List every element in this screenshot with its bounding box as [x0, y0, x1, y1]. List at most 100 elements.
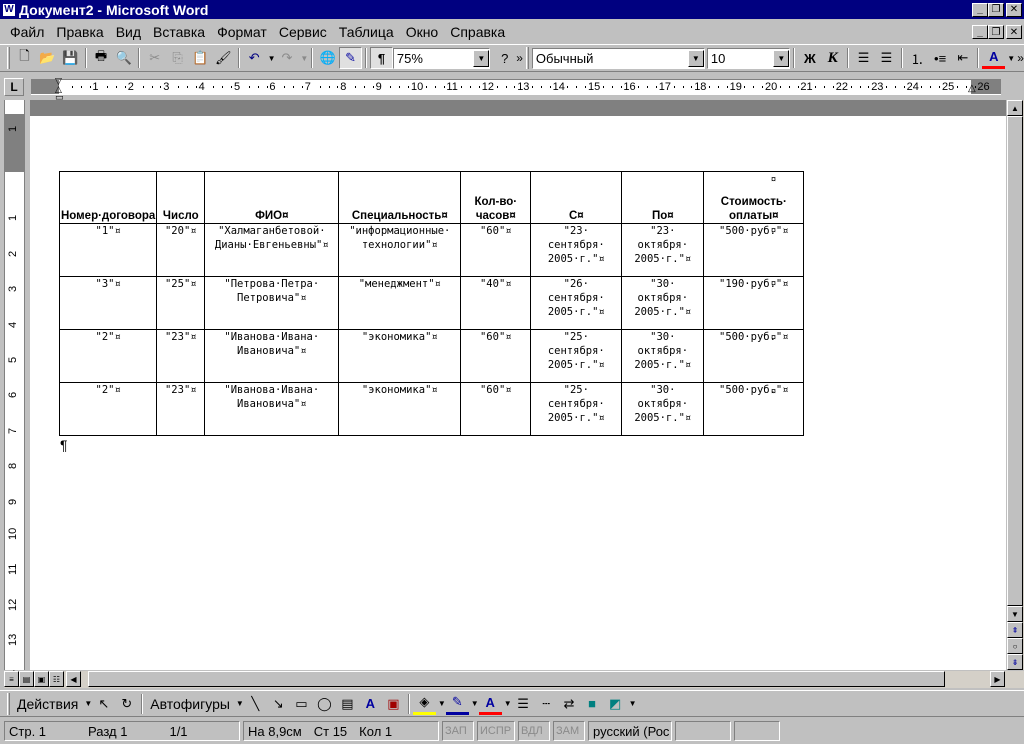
- bulleted-list-icon[interactable]: •≡: [929, 47, 952, 69]
- table-cell[interactable]: "Иванова·Ивана· Ивановича"¤: [204, 382, 340, 436]
- vertical-scroll-thumb[interactable]: [1007, 116, 1023, 606]
- header-full-name[interactable]: ФИО¤: [204, 171, 340, 224]
- horizontal-ruler[interactable]: 1 2 3 4 5 6 7 8 9 10 11 12 13 14 15 16 17 18 19 20 21 22 23 24 2…: [31, 77, 1001, 102]
- style-dropdown-icon[interactable]: ▼: [687, 49, 704, 67]
- table-cell[interactable]: "23"¤: [156, 382, 206, 436]
- table-cell[interactable]: "60"¤: [460, 382, 532, 436]
- format-painter-icon[interactable]: 🖌: [212, 47, 235, 69]
- table-cell[interactable]: "3"¤: [58, 276, 158, 330]
- minimize-icon[interactable]: _: [972, 2, 988, 17]
- help-icon[interactable]: ?: [493, 47, 516, 69]
- web-toolbar-icon[interactable]: 🌐: [316, 47, 339, 69]
- outline-view-icon[interactable]: ☷: [49, 671, 64, 687]
- table-cell[interactable]: "информационные· технологии"¤: [338, 223, 462, 277]
- autoshapes-dropdown-icon[interactable]: ▼: [236, 699, 244, 708]
- close-icon[interactable]: ✕: [1006, 2, 1022, 17]
- header-from[interactable]: С¤: [530, 171, 623, 224]
- 3d-icon[interactable]: ◩: [604, 693, 627, 715]
- select-browse-object-icon[interactable]: ○: [1007, 638, 1023, 654]
- vertical-scrollbar[interactable]: ▲ ▼ ⇞ ○ ⇟: [1007, 100, 1024, 670]
- scroll-down-icon[interactable]: ▼: [1007, 606, 1023, 622]
- undo-icon[interactable]: ↶: [243, 47, 266, 69]
- table-cell[interactable]: "25· сентября· 2005·г."¤: [530, 382, 623, 436]
- font-size-combo[interactable]: 10 ▼: [706, 47, 791, 69]
- decrease-indent-icon[interactable]: ⇤: [952, 47, 975, 69]
- header-hours[interactable]: Кол-во· часов¤: [460, 171, 532, 224]
- font-color-dropdown-icon[interactable]: ▼: [1007, 54, 1015, 63]
- fill-color-icon[interactable]: ◈: [412, 693, 436, 715]
- menu-edit[interactable]: Правка: [50, 24, 109, 40]
- normal-view-icon[interactable]: ≡: [4, 671, 19, 687]
- header-specialty[interactable]: Специальность¤: [338, 171, 462, 224]
- table-cell[interactable]: "23· сентября· 2005·г."¤: [530, 223, 623, 277]
- status-record-macro[interactable]: ЗАП: [442, 721, 474, 741]
- status-spelling-panel[interactable]: [675, 721, 731, 741]
- table-cell[interactable]: "30· октября· 2005·г."¤: [621, 276, 705, 330]
- line-color-icon[interactable]: ✎: [445, 693, 469, 715]
- print-preview-icon[interactable]: 🔍: [112, 47, 135, 69]
- draw-actions-dropdown-icon[interactable]: ▼: [84, 699, 92, 708]
- table-cell[interactable]: "40"¤: [460, 276, 532, 330]
- next-page-icon[interactable]: ⇟: [1007, 654, 1023, 670]
- menu-window[interactable]: Окно: [400, 24, 445, 40]
- header-cost[interactable]: Стоимость· оплаты¤: [703, 171, 805, 224]
- text-box-icon[interactable]: ▤: [336, 693, 359, 715]
- toolbar-grip[interactable]: [7, 692, 10, 715]
- table-cell[interactable]: "500·руб."¤: [703, 223, 805, 277]
- table-cell[interactable]: "экономика"¤: [338, 382, 462, 436]
- show-formatting-marks-icon[interactable]: ¶: [370, 47, 393, 69]
- previous-page-icon[interactable]: ⇞: [1007, 622, 1023, 638]
- menu-help[interactable]: Справка: [444, 24, 511, 40]
- align-center-icon[interactable]: ☰: [875, 47, 898, 69]
- scroll-up-icon[interactable]: ▲: [1007, 100, 1023, 116]
- wordart-icon[interactable]: A: [359, 693, 382, 715]
- shadow-icon[interactable]: ■: [581, 693, 604, 715]
- bold-button[interactable]: Ж: [798, 47, 821, 69]
- toolbar-more-icon[interactable]: »: [516, 51, 523, 65]
- table-cell[interactable]: "190·руб."¤: [703, 276, 805, 330]
- line-style-icon[interactable]: ☰: [512, 693, 535, 715]
- rectangle-icon[interactable]: ▭: [290, 693, 313, 715]
- status-track-changes[interactable]: ИСПР: [477, 721, 515, 741]
- menu-format[interactable]: Формат: [211, 24, 273, 40]
- doc-close-icon[interactable]: ✕: [1006, 25, 1022, 39]
- header-contract-number[interactable]: Номер·договора: [58, 171, 158, 224]
- table-cell[interactable]: "2"¤: [58, 382, 158, 436]
- arrow-style-icon[interactable]: ⇄: [558, 693, 581, 715]
- table-cell[interactable]: "20"¤: [156, 223, 206, 277]
- redo-dropdown-icon[interactable]: ▼: [300, 54, 308, 63]
- menu-table[interactable]: Таблица: [333, 24, 400, 40]
- table-cell[interactable]: "Иванова·Ивана· Ивановича"¤: [204, 329, 340, 383]
- first-line-indent-marker-icon[interactable]: ▽ △ ▭: [55, 77, 64, 102]
- align-left-icon[interactable]: ☰: [852, 47, 875, 69]
- table-cell[interactable]: "25· сентября· 2005·г."¤: [530, 329, 623, 383]
- toolbar-grip[interactable]: [525, 47, 529, 69]
- numbered-list-icon[interactable]: ⒈: [906, 47, 929, 69]
- copy-icon[interactable]: ⎘: [166, 47, 189, 69]
- paragraph-mark[interactable]: ¶: [60, 437, 68, 453]
- table-cell[interactable]: "Петрова·Петра· Петровича"¤: [204, 276, 340, 330]
- status-language[interactable]: русский (Рос: [588, 721, 672, 741]
- free-rotate-icon[interactable]: ↻: [115, 693, 138, 715]
- menu-insert[interactable]: Вставка: [147, 24, 211, 40]
- menu-view[interactable]: Вид: [110, 24, 147, 40]
- font-size-dropdown-icon[interactable]: ▼: [773, 49, 790, 67]
- table-cell[interactable]: "23"¤: [156, 329, 206, 383]
- table-cell[interactable]: "60"¤: [460, 329, 532, 383]
- tab-selector-button[interactable]: L: [4, 78, 24, 96]
- table-cell[interactable]: "26· сентября· 2005·г."¤: [530, 276, 623, 330]
- table-cell[interactable]: "30· октября· 2005·г."¤: [621, 329, 705, 383]
- status-extend-selection[interactable]: ВДЛ: [518, 721, 550, 741]
- status-position-panel[interactable]: На 8,9см Ст 15 Кол 1: [243, 721, 439, 741]
- status-overtype[interactable]: ЗАМ: [553, 721, 585, 741]
- zoom-dropdown-icon[interactable]: ▼: [473, 49, 490, 67]
- word-app-icon[interactable]: W: [2, 2, 16, 17]
- style-combo[interactable]: Обычный ▼: [531, 47, 705, 69]
- oval-icon[interactable]: ◯: [313, 693, 336, 715]
- table-cell[interactable]: "2"¤: [58, 329, 158, 383]
- scroll-right-icon[interactable]: ▶: [990, 671, 1005, 687]
- header-to[interactable]: По¤: [621, 171, 705, 224]
- contracts-table[interactable]: Номер·договора Число ФИО¤ Специальность¤…: [58, 171, 805, 436]
- table-cell[interactable]: "экономика"¤: [338, 329, 462, 383]
- draw-more-icon[interactable]: ▼: [629, 699, 637, 708]
